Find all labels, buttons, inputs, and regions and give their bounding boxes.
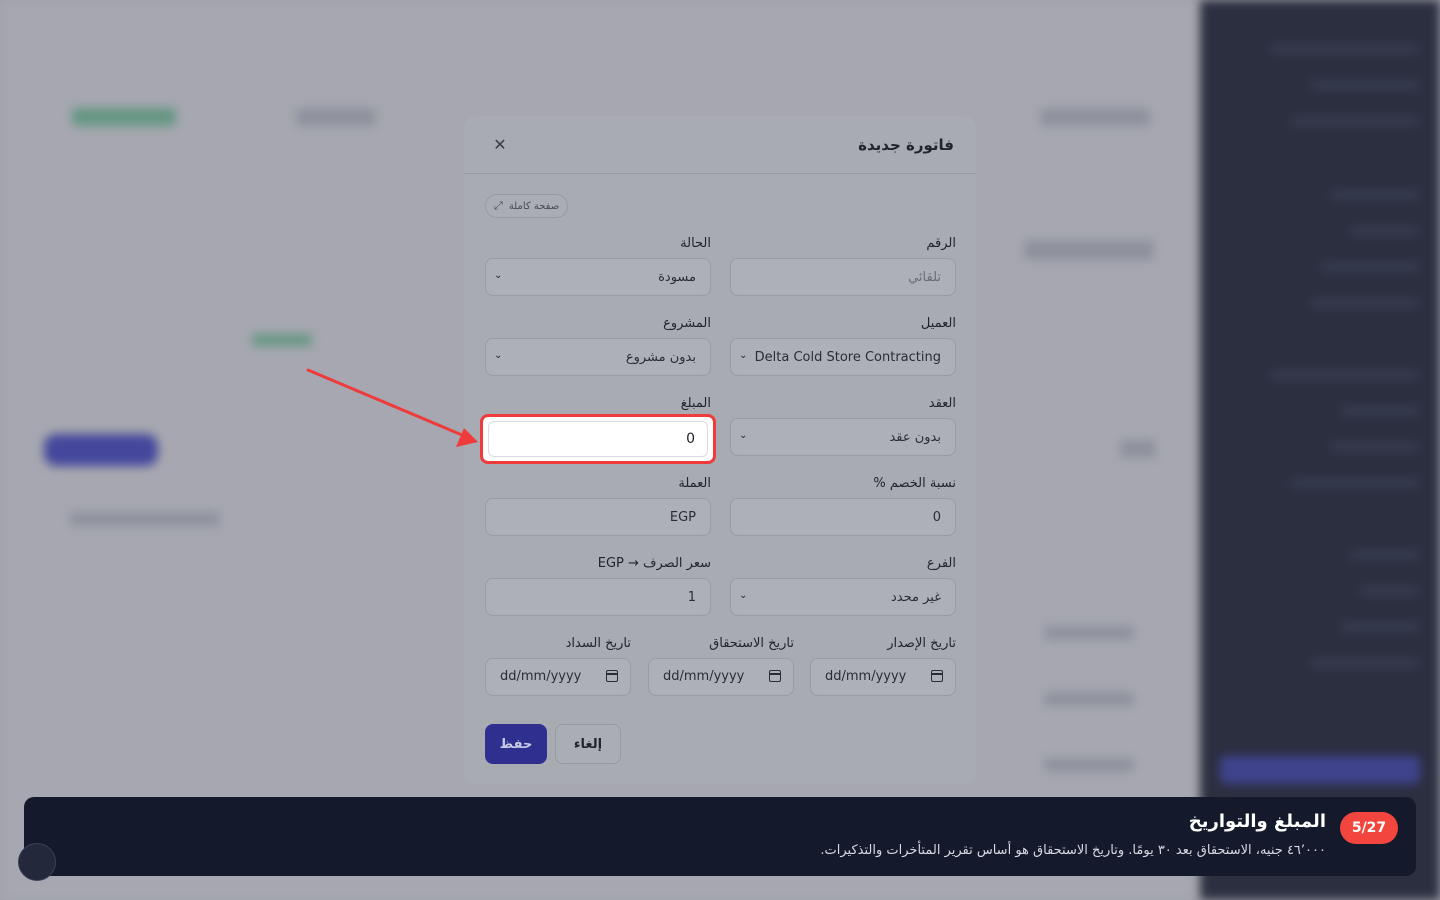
expand-icon: ⤢ (494, 199, 503, 212)
cancel-button[interactable]: إلغاء (555, 724, 621, 764)
chevron-down-icon: ⌄ (739, 430, 748, 441)
number-label: الرقم (926, 236, 956, 251)
contract-label: العقد (928, 396, 956, 411)
client-value: Delta Cold Store Contracting (754, 349, 941, 365)
status-label: الحالة (680, 236, 711, 251)
modal-header: فاتورة جديدة ✕ (464, 116, 976, 174)
modal-title: فاتورة جديدة (858, 135, 954, 154)
contract-field: العقد بدون عقد ⌄ (730, 396, 956, 456)
issue-date-field: تاريخ الإصدار dd/mm/yyyy (810, 636, 956, 696)
contract-select[interactable]: بدون عقد ⌄ (730, 418, 956, 456)
tour-step-badge: 5/27 (1340, 812, 1398, 844)
branch-field: الفرع غير محدد ⌄ (730, 556, 956, 616)
fullpage-label: صفحة كاملة (508, 200, 560, 212)
chevron-down-icon: ⌄ (494, 270, 503, 281)
amount-input[interactable]: 0 (488, 421, 708, 457)
discount-input[interactable]: 0 (730, 498, 956, 536)
amount-highlight: 0 (480, 414, 716, 464)
exchange-rate-label: سعر الصرف → EGP (597, 556, 711, 571)
status-select[interactable]: مسودة ⌄ (485, 258, 711, 296)
number-field: الرقم تلقائي (730, 236, 956, 296)
close-icon[interactable]: ✕ (490, 135, 510, 155)
help-bubble-icon[interactable] (18, 843, 56, 881)
calendar-icon[interactable] (769, 670, 781, 682)
status-value: مسودة (658, 269, 696, 285)
discount-label: نسبة الخصم % (873, 476, 956, 491)
issue-date-label: تاريخ الإصدار (887, 636, 956, 651)
calendar-icon[interactable] (606, 670, 618, 682)
payment-date-value: dd/mm/yyyy (500, 669, 582, 684)
project-field: المشروع بدون مشروع ⌄ (485, 316, 711, 376)
branch-label: الفرع (926, 556, 956, 571)
discount-field: نسبة الخصم % 0 (730, 476, 956, 536)
due-date-input[interactable]: dd/mm/yyyy (648, 658, 794, 696)
client-field: العميل Delta Cold Store Contracting ⌄ (730, 316, 956, 376)
client-label: العميل (920, 316, 956, 331)
calendar-icon[interactable] (931, 670, 943, 682)
client-select[interactable]: Delta Cold Store Contracting ⌄ (730, 338, 956, 376)
chevron-down-icon: ⌄ (739, 350, 748, 361)
save-button[interactable]: حفظ (485, 724, 547, 764)
branch-select[interactable]: غير محدد ⌄ (730, 578, 956, 616)
due-date-field: تاريخ الاستحقاق dd/mm/yyyy (648, 636, 794, 696)
issue-date-value: dd/mm/yyyy (825, 669, 907, 684)
payment-date-input[interactable]: dd/mm/yyyy (485, 658, 631, 696)
tour-title: المبلغ والتواريخ (1188, 811, 1326, 832)
number-input[interactable]: تلقائي (730, 258, 956, 296)
currency-field: العملة EGP (485, 476, 711, 536)
project-value: بدون مشروع (625, 349, 696, 365)
payment-date-field: تاريخ السداد dd/mm/yyyy (485, 636, 631, 696)
fullpage-button[interactable]: صفحة كاملة ⤢ (485, 194, 569, 218)
project-select[interactable]: بدون مشروع ⌄ (485, 338, 711, 376)
currency-label: العملة (678, 476, 711, 491)
exchange-rate-input[interactable]: 1 (485, 578, 711, 616)
amount-label: المبلغ (680, 396, 711, 411)
project-label: المشروع (663, 316, 711, 331)
chevron-down-icon: ⌄ (739, 590, 748, 601)
branch-value: غير محدد (891, 589, 941, 605)
tour-description: ٤٦٬٠٠٠ جنيه، الاستحقاق بعد ٣٠ يومًا. وتا… (820, 843, 1326, 858)
contract-value: بدون عقد (889, 429, 941, 445)
due-date-label: تاريخ الاستحقاق (709, 636, 794, 651)
tour-banner: 5/27 المبلغ والتواريخ ٤٦٬٠٠٠ جنيه، الاست… (18, 797, 1416, 881)
currency-input[interactable]: EGP (485, 498, 711, 536)
issue-date-input[interactable]: dd/mm/yyyy (810, 658, 956, 696)
status-field: الحالة مسودة ⌄ (485, 236, 711, 296)
due-date-value: dd/mm/yyyy (663, 669, 745, 684)
chevron-down-icon: ⌄ (494, 350, 503, 361)
payment-date-label: تاريخ السداد (565, 636, 631, 651)
exchange-rate-field: سعر الصرف → EGP 1 (485, 556, 711, 616)
new-invoice-modal: فاتورة جديدة ✕ صفحة كاملة ⤢ الرقم تلقائي… (464, 116, 976, 784)
